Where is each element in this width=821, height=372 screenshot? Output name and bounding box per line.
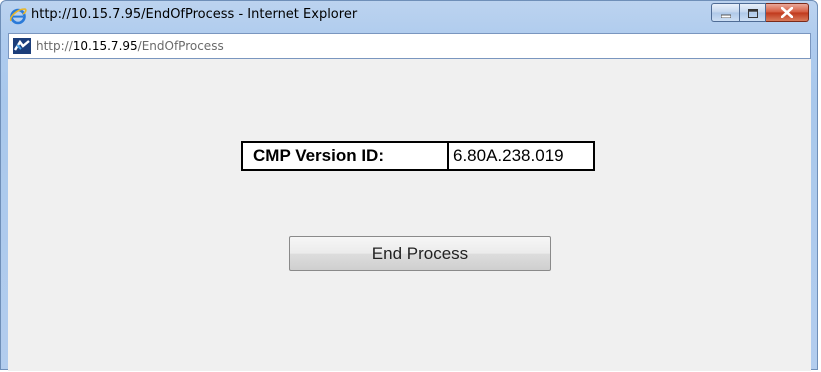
maximize-icon [747, 3, 758, 22]
url-host: 10.15.7.95 [72, 39, 138, 53]
minimize-icon [720, 3, 731, 22]
version-value: 6.80A.238.019 [447, 141, 595, 171]
maximize-button[interactable] [739, 3, 766, 22]
site-favicon-icon [13, 38, 31, 54]
address-bar[interactable]: http://10.15.7.95/EndOfProcess [8, 33, 811, 59]
title-bar[interactable]: http://10.15.7.95/EndOfProcess - Interne… [1, 1, 817, 31]
address-url: http://10.15.7.95/EndOfProcess [36, 39, 224, 53]
close-button[interactable] [766, 3, 809, 22]
window-controls [711, 3, 809, 22]
url-scheme: http:// [36, 39, 73, 53]
browser-window: http://10.15.7.95/EndOfProcess - Interne… [0, 0, 818, 371]
version-label: CMP Version ID: [241, 141, 449, 171]
end-process-button[interactable]: End Process [289, 236, 551, 271]
page-content-top [8, 59, 811, 109]
minimize-button[interactable] [711, 3, 739, 22]
window-title: http://10.15.7.95/EndOfProcess - Interne… [31, 7, 358, 22]
internet-explorer-icon [9, 7, 27, 25]
version-row: CMP Version ID: 6.80A.238.019 [241, 141, 595, 171]
version-table: CMP Version ID: 6.80A.238.019 [241, 141, 595, 171]
close-icon [780, 3, 794, 22]
url-path: /EndOfProcess [137, 39, 224, 53]
